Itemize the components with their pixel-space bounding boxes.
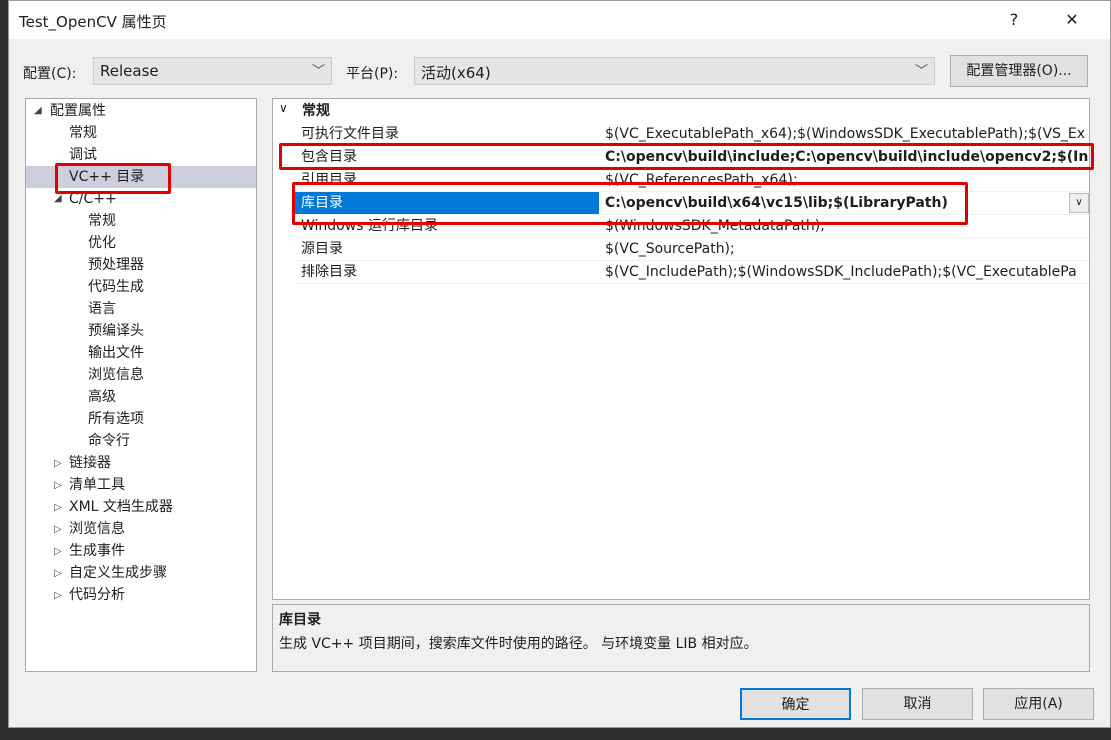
- tree-item[interactable]: 所有选项: [88, 408, 144, 430]
- tree-item-linker[interactable]: 链接器: [69, 452, 111, 474]
- help-button[interactable]: ?: [999, 7, 1029, 33]
- section-header: 常规: [302, 103, 330, 119]
- chevron-down-icon[interactable]: ∨: [279, 101, 288, 115]
- tree-item[interactable]: 浏览信息: [88, 364, 144, 386]
- collapsed-icon[interactable]: ▷: [54, 590, 62, 601]
- close-button[interactable]: ✕: [1057, 7, 1087, 33]
- property-pages-dialog: Test_OpenCV 属性页 ? ✕ 配置(C): Release ﹀ 平台(P…: [8, 0, 1111, 728]
- tree-item[interactable]: 预处理器: [88, 254, 144, 276]
- collapsed-icon[interactable]: ▷: [54, 480, 62, 491]
- property-grid: ∨ 常规 可执行文件目录 $(VC_ExecutablePath_x64);$(W…: [272, 98, 1090, 600]
- tree-item[interactable]: 命令行: [88, 430, 130, 452]
- config-value: Release: [100, 62, 159, 80]
- highlight-box: [279, 143, 1094, 170]
- apply-button[interactable]: 应用(A): [983, 688, 1094, 720]
- tree-item-general[interactable]: 常规: [69, 122, 97, 144]
- platform-select[interactable]: 活动(x64) ﹀: [414, 57, 935, 85]
- collapsed-icon[interactable]: ▷: [54, 458, 62, 469]
- tree-root[interactable]: 配置属性: [50, 100, 106, 122]
- tree-item[interactable]: 语言: [88, 298, 116, 320]
- row-value[interactable]: $(VC_SourcePath);: [605, 238, 735, 261]
- ok-button[interactable]: 确定: [740, 688, 851, 720]
- grid-row[interactable]: 排除目录 $(VC_IncludePath);$(WindowsSDK_Inclu…: [295, 261, 1089, 284]
- tree-item[interactable]: 预编译头: [88, 320, 144, 342]
- cancel-button[interactable]: 取消: [862, 688, 973, 720]
- expanded-icon[interactable]: ◢: [54, 193, 62, 204]
- collapsed-icon[interactable]: ▷: [54, 568, 62, 579]
- collapsed-icon[interactable]: ▷: [54, 546, 62, 557]
- tree-item[interactable]: 浏览信息: [69, 518, 125, 540]
- highlight-box: [55, 163, 171, 194]
- tree-item[interactable]: 自定义生成步骤: [69, 562, 167, 584]
- window-title: Test_OpenCV 属性页: [19, 13, 167, 31]
- grid-row[interactable]: 源目录 $(VC_SourcePath);: [295, 238, 1089, 261]
- tree-item[interactable]: 优化: [88, 232, 116, 254]
- tree-item[interactable]: 常规: [88, 210, 116, 232]
- expanded-icon[interactable]: ◢: [34, 105, 42, 116]
- config-select[interactable]: Release ﹀: [93, 57, 332, 85]
- collapsed-icon[interactable]: ▷: [54, 502, 62, 513]
- chevron-down-icon: ﹀: [311, 64, 325, 79]
- tree-item[interactable]: 输出文件: [88, 342, 144, 364]
- tree-item[interactable]: 生成事件: [69, 540, 125, 562]
- platform-value: 活动(x64): [421, 64, 491, 82]
- highlight-box: [292, 182, 968, 225]
- dropdown-button[interactable]: ∨: [1069, 193, 1089, 213]
- collapsed-icon[interactable]: ▷: [54, 524, 62, 535]
- description-panel: 库目录 生成 VC++ 项目期间，搜索库文件时使用的路径。 与环境变量 LIB …: [272, 604, 1090, 672]
- platform-label: 平台(P):: [346, 66, 399, 82]
- tree-item[interactable]: 高级: [88, 386, 116, 408]
- title-bar: Test_OpenCV 属性页 ? ✕: [9, 1, 1110, 39]
- description-text: 生成 VC++ 项目期间，搜索库文件时使用的路径。 与环境变量 LIB 相对应。: [279, 636, 758, 652]
- row-name: 源目录: [301, 241, 343, 257]
- description-title: 库目录: [279, 612, 321, 628]
- tree-item[interactable]: 清单工具: [69, 474, 125, 496]
- row-value[interactable]: $(VC_IncludePath);$(WindowsSDK_IncludePa…: [605, 261, 1077, 284]
- tree-item[interactable]: 代码生成: [88, 276, 144, 298]
- tree-item[interactable]: 代码分析: [69, 584, 125, 606]
- config-manager-button[interactable]: 配置管理器(O)...: [950, 55, 1088, 87]
- row-name: 排除目录: [301, 264, 357, 280]
- chevron-down-icon: ﹀: [914, 64, 928, 79]
- config-label: 配置(C):: [23, 66, 77, 82]
- tree-item[interactable]: XML 文档生成器: [69, 496, 173, 518]
